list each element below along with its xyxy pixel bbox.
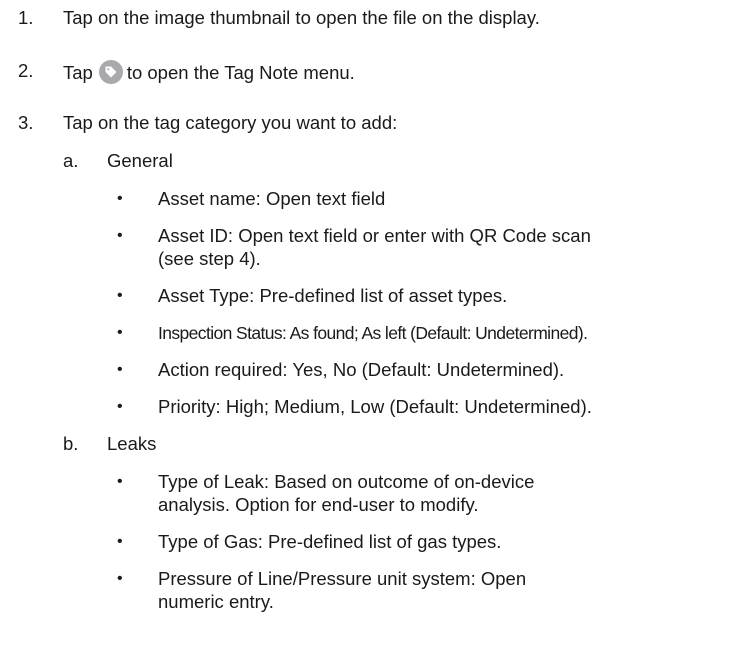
step-text: Tap to open the Tag Note menu. — [63, 60, 355, 84]
category-letter: a. — [63, 150, 79, 171]
list-item: Priority: High; Medium, Low (Default: Un… — [158, 396, 592, 417]
list-item: Inspection Status: As found; As left (De… — [158, 323, 588, 343]
list-item: Asset Type: Pre-defined list of asset ty… — [158, 285, 508, 306]
step-text-after: to open the Tag Note menu. — [126, 62, 355, 83]
bullet-icon: • — [117, 190, 123, 207]
list-item: Asset ID: Open text field or enter with … — [158, 225, 591, 246]
step-number: 1. — [18, 7, 34, 28]
list-item-continuation: numeric entry. — [158, 591, 274, 612]
step-text: Tap on the tag category you want to add: — [63, 112, 398, 133]
bullet-icon: • — [117, 287, 123, 304]
bullet-icon: • — [117, 398, 123, 415]
category-name: Leaks — [107, 433, 157, 454]
bullet-icon: • — [117, 473, 123, 490]
list-item-continuation: (see step 4). — [158, 248, 261, 269]
list-item: Type of Leak: Based on outcome of on-dev… — [158, 471, 535, 492]
step-text: Tap on the image thumbnail to open the f… — [63, 7, 540, 28]
category-name: General — [107, 150, 173, 171]
list-item: Type of Gas: Pre-defined list of gas typ… — [158, 531, 502, 552]
category-letter: b. — [63, 433, 79, 454]
bullet-icon: • — [117, 324, 123, 341]
bullet-icon: • — [117, 533, 123, 550]
list-item-continuation: analysis. Option for end-user to modify. — [158, 494, 479, 515]
step-number: 2. — [18, 60, 34, 81]
list-item: Asset name: Open text field — [158, 188, 386, 209]
bullet-icon: • — [117, 570, 123, 587]
list-item: Pressure of Line/Pressure unit system: O… — [158, 568, 527, 589]
step-number: 3. — [18, 112, 34, 133]
tag-icon — [98, 60, 123, 84]
bullet-icon: • — [117, 361, 123, 378]
list-item: Action required: Yes, No (Default: Undet… — [158, 359, 565, 380]
bullet-icon: • — [117, 227, 123, 244]
step-text-before: Tap — [63, 62, 93, 83]
